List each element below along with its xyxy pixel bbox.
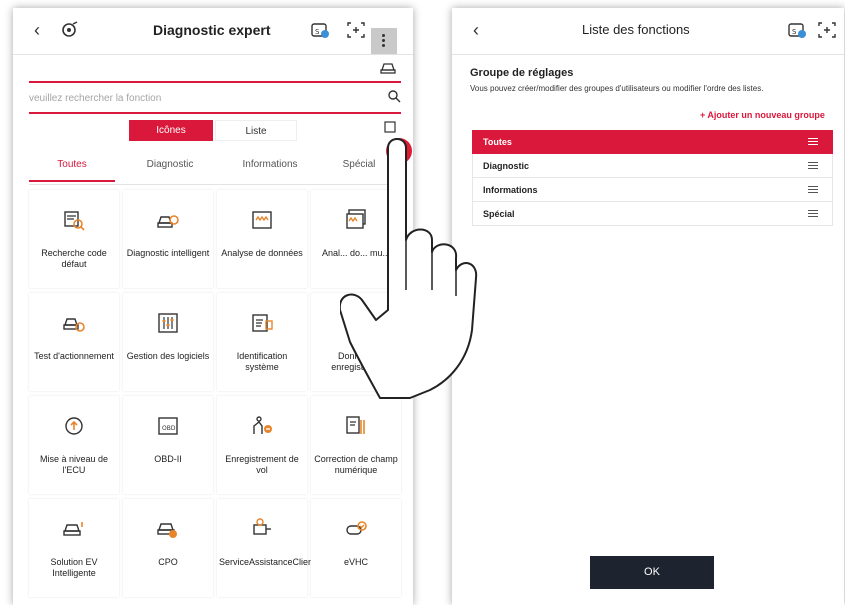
section-description: Vous pouvez créer/modifier des groupes d…	[470, 84, 764, 93]
tutorial-stage: ‹ Diagnostic expert S veuillez recherche…	[0, 0, 845, 605]
cpo-icon	[157, 523, 177, 538]
tab-toutes[interactable]: Toutes	[29, 156, 115, 182]
vci-connection-icon[interactable]: S	[786, 20, 808, 40]
search-icon[interactable]	[387, 89, 401, 103]
function-tile[interactable]: Analyse de données	[217, 190, 307, 288]
function-tile[interactable]: Test d'actionnement	[29, 293, 119, 391]
section-title: Groupe de réglages	[470, 67, 574, 79]
left-topbar: ‹ Diagnostic expert S	[13, 8, 413, 54]
function-tile[interactable]: OBD OBD-II	[123, 396, 213, 494]
drag-handle-icon[interactable]	[808, 162, 818, 170]
function-tile[interactable]: Recherche code défaut	[29, 190, 119, 288]
drag-handle-icon[interactable]	[808, 138, 818, 146]
back-icon[interactable]: ‹	[466, 20, 486, 40]
page-title: Diagnostic expert	[153, 22, 271, 38]
page-title: Liste des fonctions	[582, 22, 690, 37]
system-id-icon	[252, 314, 273, 332]
function-tile[interactable]: Enregistrement de vol	[217, 396, 307, 494]
tab-diagnostic[interactable]: Diagnostic	[125, 156, 215, 182]
drag-handle-icon[interactable]	[808, 210, 818, 218]
smart-diagnostic-icon	[157, 215, 179, 228]
function-tile[interactable]: Mise à niveau de l'ECU	[29, 396, 119, 494]
add-group-link[interactable]: + Ajouter un nouveau groupe	[700, 110, 825, 120]
function-tile[interactable]: Gestion des logiciels	[123, 293, 213, 391]
search-bar	[29, 81, 401, 114]
svg-text:S: S	[315, 28, 320, 36]
group-row-special[interactable]: Spécial	[472, 202, 833, 226]
function-tile[interactable]: Identification système	[217, 293, 307, 391]
software-management-icon	[158, 313, 178, 333]
back-icon[interactable]: ‹	[27, 20, 47, 40]
function-tile[interactable]: Solution EV Intelligente	[29, 499, 119, 597]
function-tile[interactable]: CPO	[123, 499, 213, 597]
more-menu-button[interactable]	[371, 28, 397, 54]
icons-view-toggle[interactable]: Icônes	[129, 120, 213, 141]
drag-handle-icon[interactable]	[808, 186, 818, 194]
search-code-icon	[64, 211, 85, 231]
tab-informations[interactable]: Informations	[225, 156, 315, 182]
svg-text:S: S	[792, 28, 797, 36]
screenshot-icon[interactable]	[345, 20, 367, 40]
function-tile[interactable]: eVHC	[311, 499, 401, 597]
right-topbar: ‹ Liste des fonctions S	[452, 8, 844, 52]
search-input[interactable]	[29, 88, 369, 108]
ok-button[interactable]: OK	[590, 556, 714, 589]
vci-connection-icon[interactable]: S	[309, 20, 331, 40]
obd-icon: OBD	[158, 417, 178, 435]
group-row-diagnostic[interactable]: Diagnostic	[472, 154, 833, 178]
data-analysis-icon	[252, 211, 272, 229]
actuation-test-icon	[63, 318, 85, 332]
vehicle-gear-icon[interactable]	[59, 20, 81, 40]
function-tile[interactable]: Correction de champ numérique	[311, 396, 401, 494]
field-correction-icon	[346, 416, 365, 434]
function-tile[interactable]: Diagnostic intelligent	[123, 190, 213, 288]
ecu-upgrade-icon	[65, 417, 83, 435]
car-settings-icon[interactable]	[379, 60, 399, 76]
group-row-toutes[interactable]: Toutes	[472, 130, 833, 154]
evhc-icon	[346, 521, 367, 535]
list-view-toggle[interactable]: Liste	[215, 120, 297, 141]
flight-record-icon	[253, 416, 272, 434]
ev-solution-icon	[63, 522, 83, 536]
customer-service-icon	[253, 518, 271, 535]
svg-text:OBD: OBD	[162, 425, 176, 432]
function-tile[interactable]: ServiceAssistanceClientèle	[217, 499, 328, 597]
group-row-informations[interactable]: Informations	[472, 178, 833, 202]
right-screen: ‹ Liste des fonctions S Groupe de réglag…	[452, 8, 844, 605]
pointing-hand-icon	[340, 138, 478, 399]
screenshot-icon[interactable]	[816, 20, 838, 40]
